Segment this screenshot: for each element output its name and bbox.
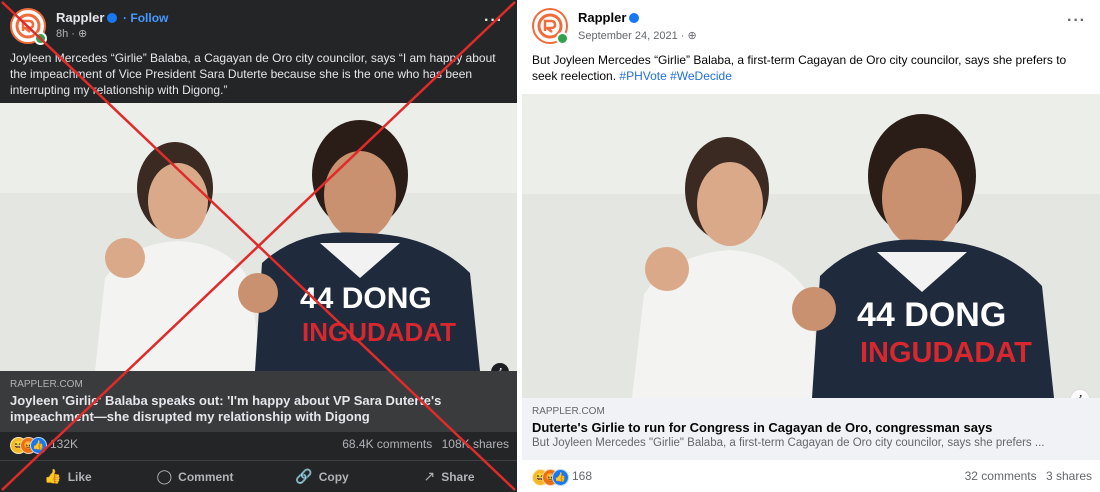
share-count[interactable]: 108K shares <box>442 437 509 451</box>
like-label: Like <box>67 470 92 484</box>
reaction-count[interactable]: 132K <box>50 437 78 451</box>
follow-link[interactable]: · Follow <box>123 11 168 25</box>
page-name-row: Rappler · Follow <box>56 10 168 25</box>
link-domain: RAPPLER.COM <box>532 406 605 417</box>
like-button[interactable]: 👍 Like <box>8 461 128 492</box>
post-meta: September 24, 2021 · ⊕ <box>578 29 697 42</box>
online-dot <box>556 32 569 45</box>
post-photo[interactable]: 44 DONG INGUDADAT <box>522 94 1100 398</box>
verified-icon <box>629 12 640 23</box>
globe-icon: ⊕ <box>78 28 88 40</box>
post-stats: 😆 😡 👍 168 32 comments 3 shares <box>532 468 1092 488</box>
photo-image: 44 DONG INGUDADAT <box>522 94 1100 398</box>
thumbs-up-icon: 👍 <box>44 468 62 484</box>
like-reaction-icon: 👍 <box>552 469 569 486</box>
post-stats: 😆 😡 👍 132K 68.4K comments 108K shares <box>10 436 509 456</box>
shirt-print-2: INGUDADAT <box>860 337 1032 369</box>
share-icon: ↗ <box>423 468 436 484</box>
comment-label: Comment <box>178 470 234 484</box>
copy-button[interactable]: 🔗 Copy <box>262 461 382 492</box>
copy-label: Copy <box>318 470 349 484</box>
more-options-icon[interactable]: ··· <box>484 12 503 30</box>
link-description: But Joyleen Mercedes "Girlie" Balaba, a … <box>532 437 1045 449</box>
comment-count[interactable]: 32 comments <box>965 469 1037 483</box>
post-header: Rappler · Follow 8h · ⊕ ··· <box>10 8 507 46</box>
share-button[interactable]: ↗ Share <box>389 461 509 492</box>
globe-icon: ⊕ <box>687 30 697 42</box>
page-name-row: Rappler <box>578 10 640 25</box>
post-header: Rappler September 24, 2021 · ⊕ ··· <box>532 8 1090 46</box>
comment-count[interactable]: 68.4K comments <box>342 437 432 451</box>
share-label: Share <box>441 470 475 484</box>
link-title[interactable]: Joyleen 'Girlie' Balaba speaks out: 'I'm… <box>10 393 507 425</box>
shirt-print: 44 DONG <box>857 296 1006 334</box>
comment-button[interactable]: ◯ Comment <box>135 461 255 492</box>
page-name[interactable]: Rappler <box>578 10 626 25</box>
reaction-count[interactable]: 168 <box>572 469 592 483</box>
caption-text: But Joyleen Mercedes “Girlie” Balaba, a … <box>532 53 1067 83</box>
page-name[interactable]: Rappler <box>56 10 104 25</box>
post-caption: But Joyleen Mercedes “Girlie” Balaba, a … <box>532 52 1090 84</box>
engagement-counts: 32 comments 3 shares <box>959 469 1092 483</box>
hashtags[interactable]: #PHVote #WeDecide <box>619 69 732 83</box>
fake-post-card: Rappler · Follow 8h · ⊕ ··· Joyleen Merc… <box>0 0 517 492</box>
comment-icon: ◯ <box>156 468 173 484</box>
post-caption: Joyleen Mercedes “Girlie” Balaba, a Caga… <box>10 51 496 97</box>
shirt-print-2: INGUDADAT <box>302 317 456 347</box>
link-icon: 🔗 <box>295 468 313 484</box>
link-title[interactable]: Duterte's Girlie to run for Congress in … <box>532 420 1090 436</box>
like-reaction-icon: 👍 <box>30 437 47 454</box>
post-time[interactable]: 8h · <box>56 28 75 40</box>
shirt-print: 44 DONG <box>300 282 432 315</box>
post-meta: 8h · ⊕ <box>56 27 87 40</box>
share-count[interactable]: 3 shares <box>1046 469 1092 483</box>
post-photo[interactable]: 44 DONG INGUDADAT <box>0 103 517 371</box>
engagement-counts: 68.4K comments 108K shares <box>336 437 509 451</box>
photo-image: 44 DONG INGUDADAT <box>0 103 517 371</box>
action-bar: 👍 Like ◯ Comment 🔗 Copy ↗ Share <box>0 460 517 492</box>
verified-icon <box>107 12 118 23</box>
link-domain: RAPPLER.COM <box>10 379 83 390</box>
original-post-card: Rappler September 24, 2021 · ⊕ ··· But J… <box>522 0 1100 492</box>
link-preview[interactable]: RAPPLER.COM Joyleen 'Girlie' Balaba spea… <box>0 371 517 432</box>
link-preview[interactable]: RAPPLER.COM Duterte's Girlie to run for … <box>522 398 1100 460</box>
online-dot <box>34 32 47 45</box>
post-date[interactable]: September 24, 2021 · <box>578 30 684 42</box>
more-options-icon[interactable]: ··· <box>1067 12 1086 30</box>
